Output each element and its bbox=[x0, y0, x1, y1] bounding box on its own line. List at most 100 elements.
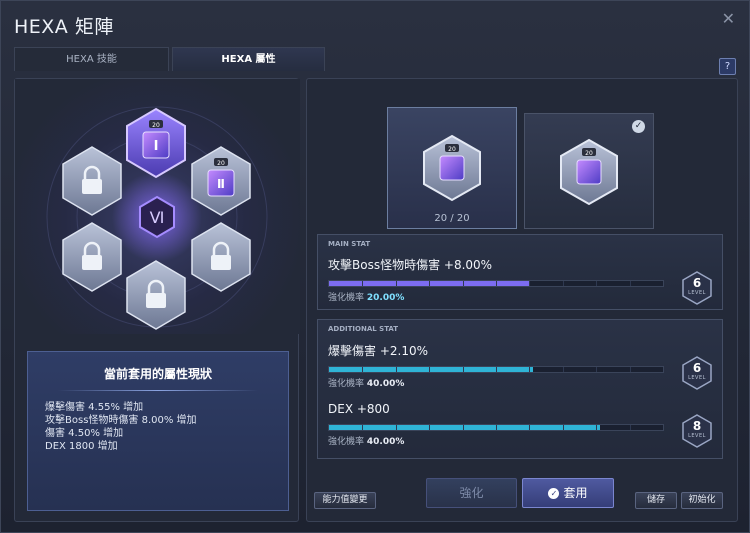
stat-card-1[interactable]: 20 20 / 20 bbox=[387, 107, 517, 229]
window-title: HEXA 矩陣 bbox=[14, 16, 114, 38]
stat-panel: 20 20 / 20 20 ✓ MAIN STAT 攻擊Boss怪物時傷害 +8… bbox=[306, 78, 738, 522]
save-button[interactable]: 儲存 bbox=[635, 492, 677, 509]
summary-divider bbox=[58, 390, 258, 391]
progress-tick bbox=[395, 281, 397, 286]
progress-tick bbox=[496, 367, 497, 372]
stat-card-1-gem: 20 bbox=[423, 134, 481, 202]
progress-tick bbox=[429, 281, 431, 286]
help-button[interactable]: ? bbox=[719, 58, 736, 75]
apply-check-icon: ✓ bbox=[548, 488, 560, 499]
progress-tick bbox=[529, 281, 531, 286]
matrix-panel: Ⅵ I 20 Ⅱ 20 當前套用的屬性現狀 爆擊傷害 4.55% 增加 攻擊Bo… bbox=[14, 78, 300, 522]
tab-hexa-skill[interactable]: HEXA 技能 bbox=[14, 47, 169, 71]
progress-tick bbox=[496, 281, 497, 286]
progress-tick bbox=[496, 425, 497, 430]
progress-tick bbox=[562, 367, 564, 372]
progress-tick bbox=[395, 367, 397, 372]
current-stat-summary: 當前套用的屬性現狀 爆擊傷害 4.55% 增加 攻擊Boss怪物時傷害 8.00… bbox=[27, 351, 289, 511]
stat-card-2[interactable]: 20 ✓ bbox=[524, 113, 654, 229]
additional-stat-1-progress bbox=[328, 366, 664, 373]
additional-stat-1-level: 6 bbox=[692, 361, 702, 375]
additional-stat-2-level-badge: 8 LEVEL bbox=[682, 414, 712, 448]
hex-matrix-graphic: Ⅵ I 20 Ⅱ 20 bbox=[46, 106, 268, 330]
main-stat-prob-value: 20.00% bbox=[366, 293, 405, 303]
additional-stat-2-level-label: LEVEL bbox=[688, 433, 706, 439]
progress-tick bbox=[562, 425, 564, 430]
hex-node-4[interactable] bbox=[126, 260, 186, 330]
hex-node-1-glyph: I bbox=[154, 139, 159, 154]
progress-tick bbox=[596, 367, 598, 372]
progress-tick bbox=[629, 367, 631, 372]
main-stat-box: MAIN STAT 攻擊Boss怪物時傷害 +8.00% 強化機率 20.00%… bbox=[317, 234, 723, 310]
hex-node-2-glyph: Ⅱ bbox=[217, 177, 225, 191]
progress-tick bbox=[596, 425, 598, 430]
hex-node-1[interactable]: I 20 bbox=[126, 107, 186, 179]
additional-stat-2-progress-fill bbox=[329, 425, 600, 430]
main-stat-level-badge: 6 LEVEL bbox=[682, 271, 712, 305]
hex-node-2-level: 20 bbox=[217, 160, 225, 167]
additional-stat-1-prob-label: 強化機率 bbox=[328, 379, 365, 389]
hex-matrix: Ⅵ I 20 Ⅱ 20 bbox=[15, 79, 300, 334]
hex-node-2[interactable]: Ⅱ 20 bbox=[191, 146, 251, 216]
additional-stat-2-progress bbox=[328, 424, 664, 431]
main-stat-progress bbox=[328, 280, 664, 287]
progress-tick bbox=[395, 425, 397, 430]
progress-tick bbox=[362, 281, 364, 286]
summary-line: 爆擊傷害 4.55% 增加 bbox=[45, 402, 144, 413]
center-core: Ⅵ bbox=[139, 195, 175, 239]
additional-stat-1-level-label: LEVEL bbox=[688, 375, 706, 381]
main-stat-level-label: LEVEL bbox=[688, 290, 706, 296]
summary-line: DEX 1800 增加 bbox=[45, 441, 118, 452]
additional-stat-2-name: DEX +800 bbox=[328, 402, 390, 416]
additional-stat-2-prob: 強化機率 40.00% bbox=[328, 434, 404, 447]
additional-stat-box: ADDITIONAL STAT 爆擊傷害 +2.10% 強化機率 40.00% … bbox=[317, 319, 723, 459]
summary-line: 攻擊Boss怪物時傷害 8.00% 增加 bbox=[45, 415, 197, 426]
applied-check-icon: ✓ bbox=[632, 120, 645, 133]
hex-node-5[interactable] bbox=[62, 222, 122, 292]
tab-hexa-stat[interactable]: HEXA 屬性 bbox=[172, 47, 325, 71]
main-stat-prob-label: 強化機率 bbox=[328, 293, 365, 303]
reset-button[interactable]: 初始化 bbox=[681, 492, 723, 509]
additional-stat-1-prob-value: 40.00% bbox=[366, 379, 405, 389]
progress-tick bbox=[562, 281, 564, 286]
close-icon[interactable]: ✕ bbox=[722, 9, 735, 28]
additional-stat-1-progress-fill bbox=[329, 367, 533, 372]
progress-tick bbox=[529, 425, 531, 430]
stat-card-2-level: 20 bbox=[585, 150, 593, 157]
progress-tick bbox=[362, 425, 364, 430]
summary-line: 傷害 4.50% 增加 bbox=[45, 428, 124, 439]
progress-tick bbox=[429, 367, 431, 372]
main-stat-name: 攻擊Boss怪物時傷害 +8.00% bbox=[328, 258, 493, 272]
additional-stat-2-prob-label: 強化機率 bbox=[328, 437, 365, 447]
stat-card-1-count: 20 / 20 bbox=[434, 213, 470, 224]
ability-change-button[interactable]: 能力值變更 bbox=[314, 492, 376, 509]
main-stat-prob: 強化機率 20.00% bbox=[328, 290, 404, 303]
center-core-label: Ⅵ bbox=[150, 208, 165, 227]
additional-stat-2-level: 8 bbox=[692, 419, 702, 433]
progress-tick bbox=[462, 367, 464, 372]
apply-button-label: 套用 bbox=[563, 486, 588, 500]
additional-stat-2-prob-value: 40.00% bbox=[366, 437, 405, 447]
stat-card-1-level: 20 bbox=[448, 146, 456, 153]
main-stat-header: MAIN STAT bbox=[328, 240, 371, 248]
additional-stat-1-prob: 強化機率 40.00% bbox=[328, 376, 404, 389]
additional-stat-1-level-badge: 6 LEVEL bbox=[682, 356, 712, 390]
apply-button[interactable]: ✓ 套用 bbox=[522, 478, 614, 508]
enhance-button[interactable]: 強化 bbox=[426, 478, 517, 508]
hexa-matrix-window: HEXA 矩陣 ✕ HEXA 技能 HEXA 屬性 ? Ⅵ I 20 Ⅱ 20 … bbox=[0, 0, 750, 533]
progress-tick bbox=[529, 367, 531, 372]
main-stat-level: 6 bbox=[692, 276, 702, 290]
progress-tick bbox=[462, 425, 464, 430]
hex-node-3[interactable] bbox=[191, 222, 251, 292]
hex-node-1-level: 20 bbox=[152, 122, 160, 129]
progress-tick bbox=[362, 367, 364, 372]
hex-node-6[interactable] bbox=[62, 146, 122, 216]
summary-title: 當前套用的屬性現狀 bbox=[103, 367, 212, 381]
progress-tick bbox=[596, 281, 598, 286]
progress-tick bbox=[462, 281, 464, 286]
additional-stat-header: ADDITIONAL STAT bbox=[328, 325, 399, 333]
progress-tick bbox=[629, 425, 631, 430]
progress-tick bbox=[429, 425, 431, 430]
progress-tick bbox=[629, 281, 631, 286]
additional-stat-1-name: 爆擊傷害 +2.10% bbox=[328, 344, 428, 358]
